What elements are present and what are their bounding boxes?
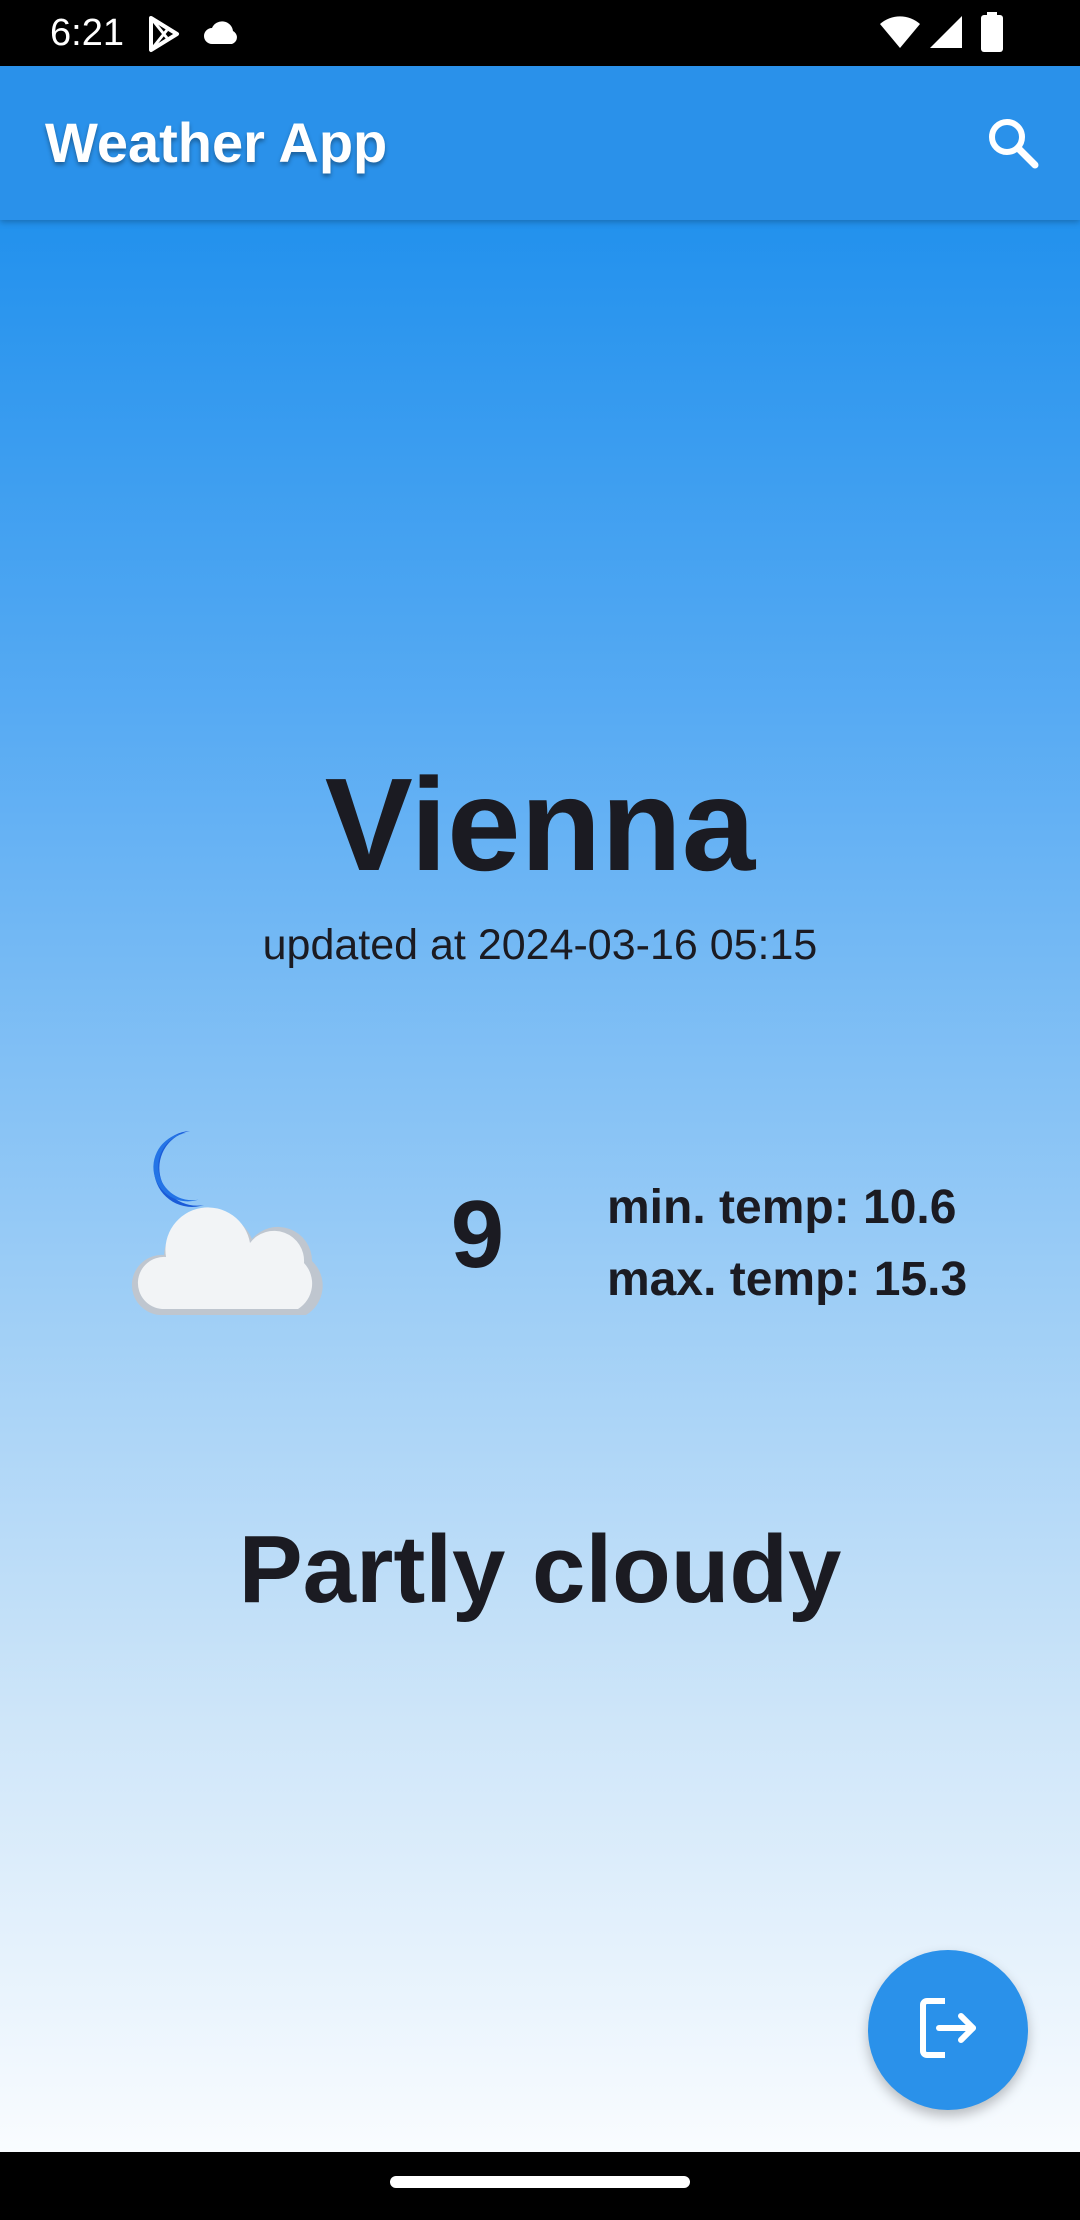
search-button[interactable] — [980, 112, 1046, 178]
status-bar: 6:21 — [0, 0, 1080, 66]
wifi-icon — [880, 14, 920, 55]
min-temp: min. temp: 10.6 — [607, 1181, 957, 1234]
weather-condition: Partly cloudy — [238, 1516, 842, 1623]
min-max-temperature: min. temp: 10.6 max. temp: 15.3 — [607, 1172, 967, 1316]
status-time: 6:21 — [50, 12, 124, 54]
updated-timestamp: updated at 2024-03-16 05:15 — [262, 921, 818, 969]
weather-panel: Vienna updated at 2024-03-16 05:15 9 min… — [0, 220, 1080, 2152]
max-temp: max. temp: 15.3 — [607, 1253, 968, 1306]
home-gesture-handle[interactable] — [390, 2176, 690, 2188]
app-title: Weather App — [45, 111, 388, 174]
cloud-icon — [202, 18, 242, 51]
search-icon — [985, 115, 1041, 176]
signal-icon — [928, 14, 964, 55]
app-bar: Weather App — [0, 66, 1080, 220]
navigation-bar — [0, 2152, 1080, 2220]
city-name: Vienna — [324, 751, 756, 898]
play-store-icon — [143, 14, 183, 59]
logout-button[interactable] — [868, 1950, 1028, 2110]
logout-icon — [913, 1993, 983, 2068]
current-temperature: 9 — [450, 1181, 505, 1288]
battery-icon — [980, 12, 1004, 57]
partly-cloudy-night-icon — [120, 1125, 340, 1325]
